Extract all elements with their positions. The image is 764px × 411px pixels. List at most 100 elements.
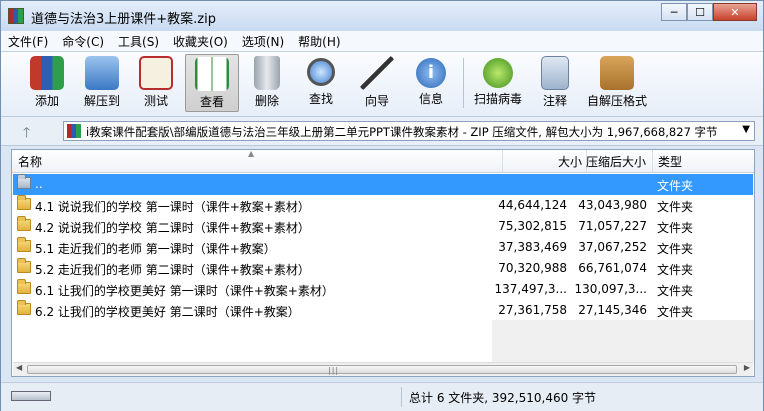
- empty-area: [492, 320, 754, 362]
- file-name: 5.2 走近我们的老师 第二课时（课件+教案+素材）: [35, 263, 310, 277]
- view-book-icon: [195, 57, 229, 91]
- address-bar: 🡑 i教案课件配套版\部编版道德与法治三年级上册第二单元PPT课件教案素材 - …: [1, 117, 763, 146]
- title-bar[interactable]: 道德与法治3上册课件+教案.zip ─ ☐ ✕: [1, 1, 763, 31]
- file-type: 文件夹: [657, 179, 694, 193]
- file-type: 文件夹: [657, 284, 694, 298]
- file-name: ..: [35, 177, 43, 191]
- view-label: 查看: [199, 95, 224, 109]
- wizard-wand-icon: [360, 56, 394, 90]
- find-magnifier-icon: [307, 58, 335, 86]
- column-name[interactable]: 名称: [18, 153, 42, 170]
- menu-options[interactable]: 选项(N): [235, 31, 291, 51]
- file-size: 37,383,469: [498, 240, 567, 254]
- scrollbar-thumb[interactable]: |||: [27, 365, 737, 375]
- virus-scan-icon: [483, 58, 513, 88]
- virus-scan-button[interactable]: 扫描病毒: [471, 54, 525, 112]
- table-row[interactable]: 6.2 让我们的学校更美好 第二课时（课件+教案） 27,361,758 27,…: [13, 300, 753, 321]
- menu-bar: 文件(F) 命令(C) 工具(S) 收藏夹(O) 选项(N) 帮助(H): [1, 31, 763, 52]
- folder-icon: [17, 216, 31, 231]
- folder-icon: [17, 300, 31, 315]
- grip-icon: |||: [328, 366, 340, 375]
- file-type: 文件夹: [657, 242, 694, 256]
- folder-icon: [17, 279, 31, 294]
- status-summary: 总计 6 文件夹, 392,510,460 字节: [409, 391, 597, 405]
- close-button[interactable]: ✕: [713, 3, 757, 21]
- info-icon: i: [416, 58, 446, 88]
- status-divider: [401, 387, 402, 407]
- sfx-button[interactable]: 自解压格式: [585, 54, 649, 112]
- info-button[interactable]: i 信息: [409, 54, 453, 112]
- file-name: 6.2 让我们的学校更美好 第二课时（课件+教案）: [35, 305, 300, 319]
- file-packed-size: 66,761,074: [578, 261, 647, 275]
- toolbar: 添加 解压到 测试 查看 删除 查找 向导 i 信息 扫描病毒 注释 自解压格式: [1, 52, 763, 117]
- file-packed-size: 27,145,346: [578, 303, 647, 317]
- parent-folder-icon: [17, 174, 31, 189]
- winrar-app-icon: [8, 8, 24, 24]
- test-button[interactable]: 测试: [133, 54, 179, 112]
- file-packed-size: 130,097,3...: [574, 282, 647, 296]
- file-type: 文件夹: [657, 305, 694, 319]
- table-row[interactable]: 5.1 走近我们的老师 第一课时（课件+教案） 37,383,469 37,06…: [13, 237, 753, 258]
- comment-icon: [541, 56, 569, 90]
- file-list: 名称 ▲ 大小 压缩后大小 类型 .. 文件夹 4.1 说说我们的学校 第一课时…: [11, 149, 755, 377]
- info-label: 信息: [418, 92, 443, 106]
- delete-trash-icon: [254, 56, 280, 90]
- menu-tools[interactable]: 工具(S): [111, 31, 166, 51]
- folder-icon: [17, 258, 31, 273]
- file-packed-size: 43,043,980: [578, 198, 647, 212]
- add-button[interactable]: 添加: [23, 54, 71, 112]
- file-size: 70,320,988: [498, 261, 567, 275]
- address-path-field[interactable]: i教案课件配套版\部编版道德与法治三年级上册第二单元PPT课件教案素材 - ZI…: [63, 121, 755, 141]
- window-controls: ─ ☐ ✕: [661, 3, 757, 21]
- table-row[interactable]: .. 文件夹: [13, 174, 753, 195]
- column-type[interactable]: 类型: [658, 153, 682, 170]
- file-name: 6.1 让我们的学校更美好 第一课时（课件+教案+素材）: [35, 284, 334, 298]
- menu-commands[interactable]: 命令(C): [55, 31, 111, 51]
- file-size: 27,361,758: [498, 303, 567, 317]
- table-row[interactable]: 6.1 让我们的学校更美好 第一课时（课件+教案+素材） 137,497,3..…: [13, 279, 753, 300]
- sort-ascending-icon: ▲: [248, 149, 255, 158]
- address-path-text: i教案课件配套版\部编版道德与法治三年级上册第二单元PPT课件教案素材 - ZI…: [86, 125, 718, 139]
- menu-favorites[interactable]: 收藏夹(O): [166, 31, 235, 51]
- scroll-right-icon[interactable]: ▶: [744, 363, 750, 372]
- menu-file[interactable]: 文件(F): [1, 31, 55, 51]
- column-divider[interactable]: [502, 150, 503, 172]
- maximize-button[interactable]: ☐: [687, 3, 713, 21]
- extract-to-button[interactable]: 解压到: [77, 54, 127, 112]
- comment-button[interactable]: 注释: [533, 54, 577, 112]
- chevron-down-icon[interactable]: ▼: [742, 124, 750, 135]
- column-packed[interactable]: 压缩后大小: [586, 153, 646, 170]
- table-row[interactable]: 4.1 说说我们的学校 第一课时（课件+教案+素材） 44,644,124 43…: [13, 195, 753, 216]
- column-size[interactable]: 大小: [532, 153, 582, 170]
- up-arrow-icon[interactable]: 🡑: [23, 122, 30, 146]
- horizontal-scrollbar[interactable]: ◀ ||| ▶: [13, 362, 753, 376]
- find-button[interactable]: 查找: [299, 54, 343, 112]
- file-type: 文件夹: [657, 221, 694, 235]
- menu-help[interactable]: 帮助(H): [291, 31, 347, 51]
- scroll-left-icon[interactable]: ◀: [16, 363, 22, 372]
- file-type: 文件夹: [657, 200, 694, 214]
- file-type: 文件夹: [657, 263, 694, 277]
- table-row[interactable]: 5.2 走近我们的老师 第二课时（课件+教案+素材） 70,320,988 66…: [13, 258, 753, 279]
- folder-icon: [17, 237, 31, 252]
- drive-key-icon[interactable]: [11, 391, 51, 401]
- wizard-label: 向导: [364, 94, 389, 108]
- sfx-label: 自解压格式: [586, 94, 647, 108]
- minimize-button[interactable]: ─: [661, 3, 687, 21]
- file-size: 44,644,124: [498, 198, 567, 212]
- test-label: 测试: [143, 94, 168, 108]
- table-row[interactable]: 4.2 说说我们的学校 第二课时（课件+教案+素材） 75,302,815 71…: [13, 216, 753, 237]
- file-name: 4.2 说说我们的学校 第二课时（课件+教案+素材）: [35, 221, 310, 235]
- extract-to-icon: [85, 56, 119, 90]
- virus-scan-label: 扫描病毒: [473, 92, 522, 106]
- add-archive-icon: [30, 56, 64, 90]
- test-icon: [139, 56, 173, 90]
- comment-label: 注释: [542, 94, 567, 108]
- view-button[interactable]: 查看: [185, 54, 239, 112]
- column-divider[interactable]: [652, 150, 653, 172]
- delete-label: 删除: [254, 94, 279, 108]
- wizard-button[interactable]: 向导: [355, 54, 399, 112]
- file-name: 5.1 走近我们的老师 第一课时（课件+教案）: [35, 242, 276, 256]
- file-packed-size: 37,067,252: [578, 240, 647, 254]
- delete-button[interactable]: 删除: [245, 54, 289, 112]
